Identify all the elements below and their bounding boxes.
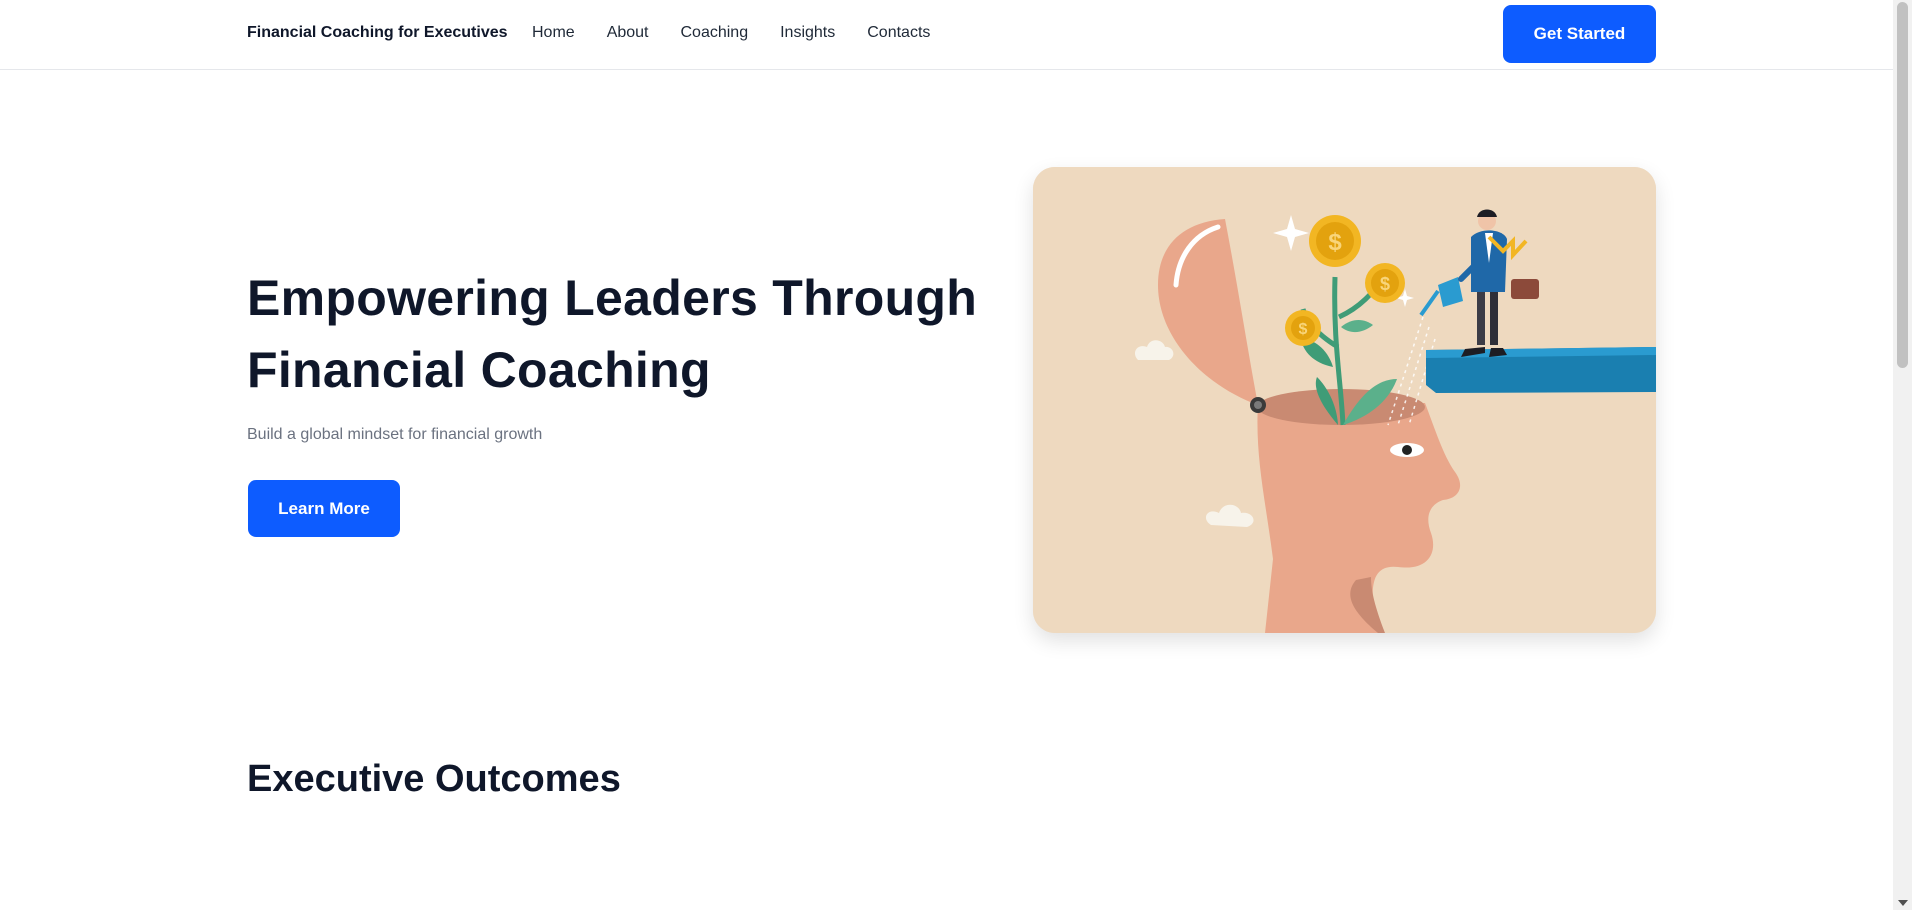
nav-home-link[interactable]: Home [532, 24, 575, 42]
page-scrollbar[interactable] [1893, 0, 1912, 910]
site-header: Financial Coaching for Executives Home A… [0, 0, 1893, 70]
main-nav: Home About Coaching Insights Contacts [532, 24, 930, 42]
svg-text:$: $ [1380, 274, 1390, 294]
svg-text:$: $ [1328, 229, 1342, 256]
hero-subtitle: Build a global mindset for financial gro… [247, 426, 543, 443]
get-started-button[interactable]: Get Started [1503, 5, 1656, 63]
nav-contacts-link[interactable]: Contacts [867, 24, 930, 42]
nav-about-link[interactable]: About [607, 24, 649, 42]
nav-coaching-link[interactable]: Coaching [681, 24, 749, 42]
head-growth-illustration-icon: $ $ $ [1033, 167, 1656, 633]
learn-more-button[interactable]: Learn More [248, 480, 400, 537]
svg-text:$: $ [1299, 321, 1308, 338]
executive-outcomes-heading: Executive Outcomes [247, 758, 621, 800]
brand-name[interactable]: Financial Coaching for Executives [247, 24, 508, 42]
nav-insights-link[interactable]: Insights [780, 24, 835, 42]
hero-illustration: $ $ $ [1033, 167, 1656, 633]
scrollbar-thumb[interactable] [1897, 2, 1908, 368]
scroll-down-arrow-icon[interactable] [1898, 900, 1908, 906]
hero-title: Empowering Leaders Through Financial Coa… [247, 270, 978, 398]
